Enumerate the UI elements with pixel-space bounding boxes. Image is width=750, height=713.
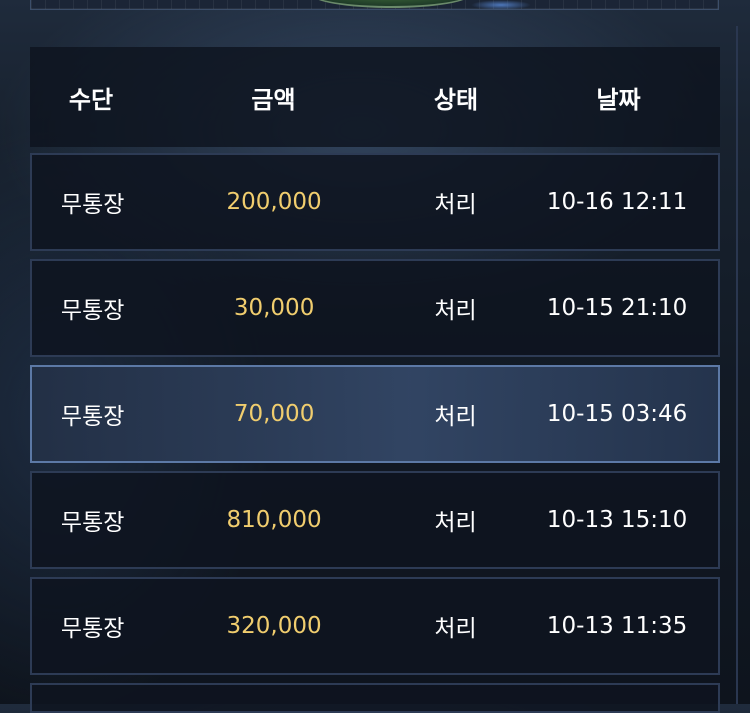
cell-amount: 320,000 bbox=[226, 613, 322, 639]
cell-date: 10-15 03:46 bbox=[546, 401, 688, 427]
cell-method: 무통장 bbox=[60, 510, 125, 536]
scrollbar[interactable] bbox=[736, 26, 750, 704]
header-method: 수단 bbox=[68, 85, 114, 114]
cell-amount: 810,000 bbox=[226, 507, 322, 533]
banner-emblem bbox=[311, 0, 471, 8]
cell-method: 무통장 bbox=[60, 298, 125, 324]
table-row-highlighted[interactable]: 무통장 70,000 처리 10-15 03:46 bbox=[30, 365, 720, 463]
cell-amount: 70,000 bbox=[233, 401, 315, 427]
table-row[interactable]: 무통장 320,000 처리 10-13 11:35 bbox=[30, 577, 720, 675]
cell-status: 처리 bbox=[434, 510, 477, 536]
table-row-partial[interactable] bbox=[30, 683, 720, 713]
table-row[interactable]: 무통장 30,000 처리 10-15 21:10 bbox=[30, 259, 720, 357]
cell-date: 10-16 12:11 bbox=[546, 189, 688, 215]
table-row[interactable]: 무통장 810,000 처리 10-13 15:10 bbox=[30, 471, 720, 569]
cell-status: 처리 bbox=[434, 192, 477, 218]
table-row[interactable]: 무통장 200,000 처리 10-16 12:11 bbox=[30, 153, 720, 251]
cell-method: 무통장 bbox=[60, 192, 125, 218]
header-status: 상태 bbox=[433, 85, 479, 114]
cell-status: 처리 bbox=[434, 404, 477, 430]
cell-date: 10-13 15:10 bbox=[546, 507, 688, 533]
cell-date: 10-15 21:10 bbox=[546, 295, 688, 321]
cell-date: 10-13 11:35 bbox=[546, 613, 688, 639]
header-date: 날짜 bbox=[596, 85, 641, 114]
header-amount: 금액 bbox=[251, 85, 296, 114]
table-header: 수단 금액 상태 날짜 bbox=[30, 47, 720, 147]
cell-amount: 30,000 bbox=[233, 295, 315, 321]
cell-method: 무통장 bbox=[60, 616, 125, 642]
cell-method: 무통장 bbox=[60, 404, 125, 430]
cell-amount: 200,000 bbox=[226, 189, 322, 215]
top-banner bbox=[30, 0, 719, 10]
cell-status: 처리 bbox=[434, 616, 477, 642]
history-table: 수단 금액 상태 날짜 무통장 200,000 처리 10-16 12:11 무… bbox=[30, 47, 720, 713]
cell-status: 처리 bbox=[434, 298, 477, 324]
banner-glow bbox=[471, 0, 531, 10]
